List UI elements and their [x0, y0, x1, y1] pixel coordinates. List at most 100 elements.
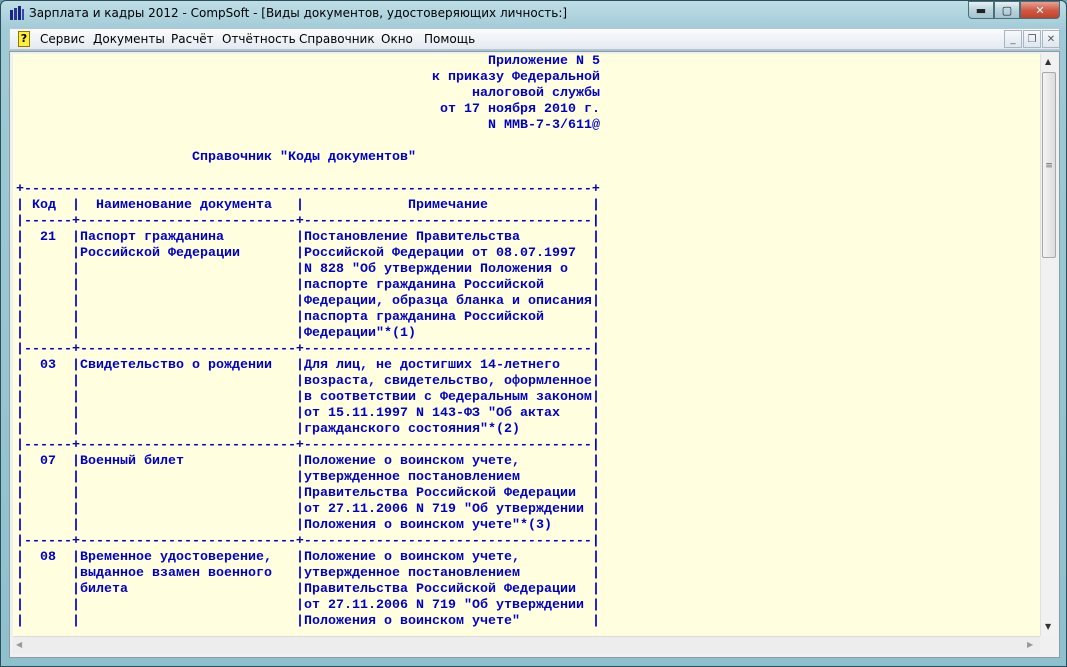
scroll-left-icon[interactable]: ◀	[16, 640, 22, 649]
table-border: |	[72, 422, 80, 437]
table-border: |	[72, 278, 80, 293]
table-border: |	[296, 326, 304, 341]
row-name: Российской Федерации	[80, 246, 240, 261]
table-border: |	[592, 390, 600, 405]
menu-window[interactable]: Окно	[381, 32, 413, 46]
table-row: | | | | Федерации, образца бланка и описания	[16, 294, 1016, 310]
row-name: Свидетельство о рождении	[80, 358, 272, 373]
table-row: | | | | N 828 "Об утверждении Положения о	[16, 262, 1016, 278]
close-button[interactable]: ✕	[1020, 1, 1060, 19]
table-separator: |------+---------------------------+----…	[16, 214, 1016, 230]
table-border: |	[72, 230, 80, 245]
table-border: |	[72, 550, 80, 565]
menu-help[interactable]: Помощь	[424, 32, 475, 46]
row-name: билета	[80, 582, 128, 597]
table-border: |	[16, 374, 24, 389]
header-line-text: Приложение N 5	[488, 54, 600, 69]
scroll-thumb[interactable]: ≡	[1042, 72, 1056, 258]
row-code: 21	[40, 230, 56, 245]
table-border: |	[592, 566, 600, 581]
title-bar[interactable]: Зарплата и кадры 2012 - CompSoft - [Виды…	[1, 1, 1067, 25]
table-border: |	[72, 262, 80, 277]
table-border: |	[592, 598, 600, 613]
table-border: |	[296, 374, 304, 389]
vertical-scrollbar[interactable]: ▲ ≡ ▼	[1040, 54, 1057, 636]
table-border: |------+---------------------------+----…	[16, 214, 600, 229]
table-border: |	[592, 470, 600, 485]
mdi-minimize-button[interactable]: _	[1004, 30, 1022, 48]
table-row: | | | | возраста, свидетельство, оформленное	[16, 374, 1016, 390]
table-row: | | | | гражданского состояния"*(2)	[16, 422, 1016, 438]
table-row: | | | | паспорта гражданина Российской	[16, 310, 1016, 326]
table-border: |	[16, 278, 24, 293]
close-icon: ✕	[1046, 33, 1056, 45]
column-header: Наименование документа	[96, 198, 272, 213]
table-border: |	[72, 598, 80, 613]
table-border: |	[16, 262, 24, 277]
table-border: |	[296, 310, 304, 325]
table-border: |	[296, 486, 304, 501]
app-window: Зарплата и кадры 2012 - CompSoft - [Виды…	[0, 0, 1067, 667]
table-header: | | | | Код Наименование документа Примечание	[16, 198, 1016, 214]
table-border: |	[592, 310, 600, 325]
table-row: | | | | Положения о воинском учете"	[16, 614, 1016, 630]
maximize-icon: ▢	[1001, 3, 1013, 17]
table-border: |	[592, 486, 600, 501]
document-window: Приложение N 5к приказу Федеральной налог…	[9, 51, 1060, 658]
scroll-right-icon[interactable]: ▶	[1027, 640, 1033, 649]
header-line: от 17 ноября 2010 г.	[16, 102, 1016, 118]
scroll-up-icon[interactable]: ▲	[1045, 57, 1051, 66]
scroll-down-icon[interactable]: ▼	[1045, 622, 1051, 631]
horizontal-scrollbar[interactable]: ◀ ▶	[13, 636, 1040, 654]
table-border-top: +---------------------------------------…	[16, 182, 1016, 198]
mdi-restore-button[interactable]: ❐	[1023, 30, 1041, 48]
table-border: |	[592, 294, 600, 309]
table-border: |	[592, 518, 600, 533]
table-row: | | | | от 27.11.2006 N 719 "Об утверждении	[16, 502, 1016, 518]
row-note: Правительства Российской Федерации	[304, 582, 576, 597]
table-row: | | | | выданное взамен военного утвержденное…	[16, 566, 1016, 582]
table-row: | | | | от 27.11.2006 N 719 "Об утверждении	[16, 598, 1016, 614]
table-border: |	[16, 390, 24, 405]
table-border: |	[16, 502, 24, 517]
row-note: Постановление Правительства	[304, 230, 520, 245]
table-border: |	[592, 614, 600, 629]
row-code: 03	[40, 358, 56, 373]
column-header: Примечание	[408, 198, 488, 213]
table-row: | | | | утвержденное постановлением	[16, 470, 1016, 486]
document-view[interactable]: Приложение N 5к приказу Федеральной налог…	[13, 54, 1040, 636]
menu-calculation[interactable]: Расчёт	[171, 32, 214, 46]
minimize-button[interactable]: ▬	[968, 1, 994, 19]
document-title: Справочник "Коды документов"	[16, 150, 1016, 166]
table-border: |	[296, 598, 304, 613]
header-line: N ММВ-7-3/611@	[16, 118, 1016, 134]
table-border: |	[16, 294, 24, 309]
maximize-button[interactable]: ▢	[994, 1, 1020, 19]
table-border: |------+---------------------------+----…	[16, 438, 600, 453]
table-border: |	[72, 198, 80, 213]
table-border: |	[16, 406, 24, 421]
table-border: |	[72, 310, 80, 325]
row-note: Положения о воинском учете"*(3)	[304, 518, 552, 533]
table-border: |	[72, 470, 80, 485]
help-icon[interactable]: ?	[18, 31, 30, 47]
menu-reference[interactable]: Справочник	[299, 32, 375, 46]
table-border: |	[592, 278, 600, 293]
table-border: |	[296, 566, 304, 581]
table-border: |	[296, 406, 304, 421]
minimize-icon: ▬	[975, 3, 987, 17]
table-border: |	[296, 262, 304, 277]
row-note: гражданского состояния"*(2)	[304, 422, 520, 437]
row-note: Для лиц, не достигших 14-летнего	[304, 358, 560, 373]
table-border: |	[296, 422, 304, 437]
mdi-close-button[interactable]: ✕	[1042, 30, 1060, 48]
menu-service[interactable]: Сервис	[40, 32, 85, 46]
table-border: |	[296, 294, 304, 309]
table-border: |------+---------------------------+----…	[16, 342, 600, 357]
menu-documents[interactable]: Документы	[93, 32, 165, 46]
menu-reports[interactable]: Отчётность	[222, 32, 296, 46]
menu-bar: ? Сервис Документы Расчёт Отчётность Спр…	[9, 28, 1060, 50]
table-row: | | | | 07 Военный билет Положение о воинском …	[16, 454, 1016, 470]
table-border: |	[592, 230, 600, 245]
row-note: Российской Федерации от 08.07.1997	[304, 246, 576, 261]
